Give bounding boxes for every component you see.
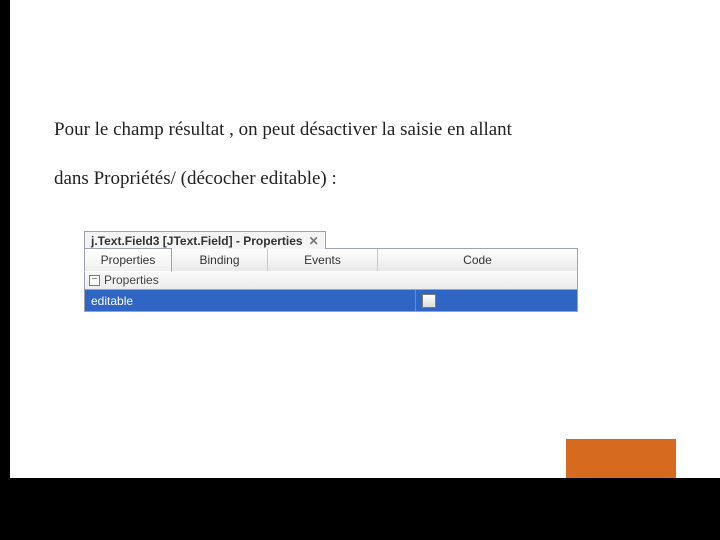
section-header[interactable]: − Properties xyxy=(84,271,578,290)
instruction-line-1: Pour le champ résultat , on peut désacti… xyxy=(54,105,674,154)
footer-bar xyxy=(0,478,720,540)
tab-binding[interactable]: Binding xyxy=(172,249,268,271)
panel-tabs: Properties Binding Events Code xyxy=(84,249,578,271)
tab-properties[interactable]: Properties xyxy=(84,248,172,272)
tab-events-label: Events xyxy=(304,253,341,267)
property-value-cell[interactable] xyxy=(415,290,577,311)
section-label: Properties xyxy=(104,273,159,287)
panel-title-spacer xyxy=(326,231,578,249)
orange-accent-block xyxy=(566,439,676,479)
panel-title: j.Text.Field3 [JText.Field] - Properties xyxy=(91,234,303,248)
properties-panel: j.Text.Field3 [JText.Field] - Properties… xyxy=(84,231,578,312)
property-name: editable xyxy=(85,294,415,308)
instruction-text: Pour le champ résultat , on peut désacti… xyxy=(54,105,674,204)
editable-checkbox[interactable] xyxy=(422,294,436,308)
left-accent-bar xyxy=(0,0,10,540)
collapse-icon[interactable]: − xyxy=(89,275,100,286)
tab-code[interactable]: Code xyxy=(378,249,577,271)
close-icon[interactable]: ✕ xyxy=(309,235,319,247)
tab-events[interactable]: Events xyxy=(268,249,378,271)
tab-binding-label: Binding xyxy=(199,253,239,267)
instruction-line-2: dans Propriétés/ (décocher editable) : xyxy=(54,154,674,203)
panel-title-tab[interactable]: j.Text.Field3 [JText.Field] - Properties… xyxy=(84,231,326,249)
tab-code-label: Code xyxy=(463,253,492,267)
tab-properties-label: Properties xyxy=(101,253,156,267)
property-row-editable[interactable]: editable xyxy=(84,290,578,312)
